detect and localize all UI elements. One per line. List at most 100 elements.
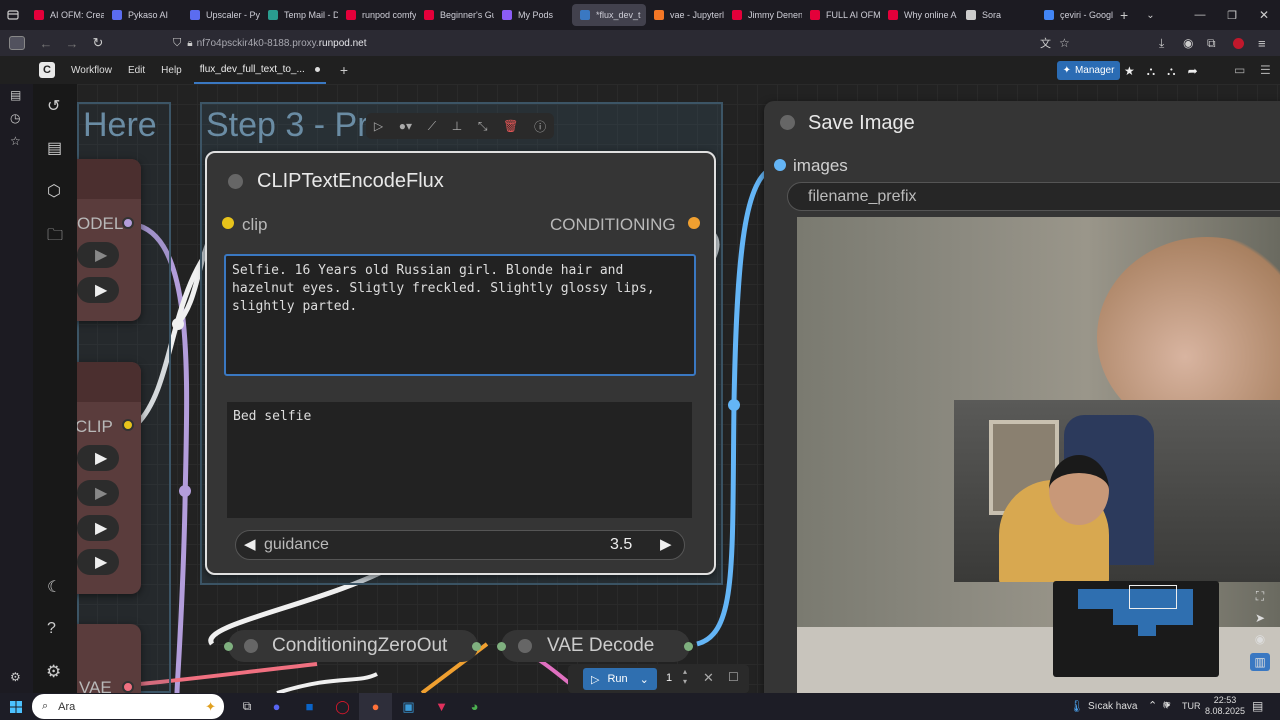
weather-text[interactable]: Sıcak hava [1088,701,1137,712]
taskbar-search[interactable]: ⌕ Ara ✦ [32,694,224,719]
browser-tab[interactable]: My Pods [494,0,572,30]
history-icon[interactable]: ◷ [10,111,20,125]
browser-tab[interactable]: çeviri - Googl [1036,0,1114,30]
fit-view-icon[interactable]: ⛶ [1256,589,1264,604]
minimize-icon[interactable]: — [1184,9,1216,21]
model-library-sidebar-icon[interactable]: ⬡ [47,181,61,201]
toggle-links-icon[interactable]: ◉ [1255,632,1265,646]
node-library-sidebar-icon[interactable]: ▤ [47,138,62,158]
browser-tab[interactable]: Temp Mail - D [260,0,338,30]
volume-icon[interactable]: 🕪︎ [1163,699,1170,712]
cond-zero-output-dot[interactable] [472,642,481,651]
vpn-icon[interactable]: ▼ [425,699,458,714]
t5xxl-textarea[interactable]: Bed selfie [227,402,692,518]
run-button[interactable]: ▷ Run ⌄ [583,668,657,690]
widget-arrow-2[interactable]: ▶ [77,277,119,303]
new-tab-button[interactable]: + [1120,7,1128,23]
vae-decode-input-dot[interactable] [497,642,506,651]
browser-tab[interactable]: Beginner's Gu [416,0,494,30]
downloads-icon[interactable]: ⤓ [1159,36,1164,51]
node-collapse-dot[interactable] [228,174,243,189]
pin-icon[interactable]: ⊥ [452,119,462,133]
synced-tabs-icon[interactable]: ▤ [10,88,21,102]
node-library-icon[interactable]: ⛬ [1147,64,1155,79]
browser-tab[interactable]: Sora [958,0,1036,30]
minimap-toggle-icon[interactable]: ▥ [1250,653,1270,671]
manager-button[interactable]: ✦ Manager [1057,61,1120,80]
tab-overview-icon[interactable] [0,0,26,30]
vae-output-dot[interactable] [122,681,134,693]
stop-icon[interactable]: ☐ [728,670,739,684]
browser-tab[interactable]: FULL AI OFM [802,0,880,30]
save-collapse-dot[interactable] [780,115,795,130]
share-icon[interactable]: ➦ [1188,64,1198,78]
workflow-tab[interactable]: flux_dev_full_text_to_... [193,56,326,84]
add-workflow-button[interactable]: + [340,62,348,78]
guidance-widget[interactable]: ◀ guidance 3.5 ▶ [235,530,685,560]
close-window-icon[interactable]: ✕ [1248,8,1280,22]
widget-arrow-1[interactable]: ▶ [77,242,119,268]
batch-stepper-icon[interactable]: ▴ ▾ [683,667,687,687]
ublock-icon[interactable] [1233,38,1244,49]
vae-decode-output-dot[interactable] [684,642,693,651]
toggle-bottom-panel-icon[interactable]: ▭ [1234,63,1245,77]
favorite-star-icon[interactable]: ★ [1124,64,1135,78]
browser-tab[interactable]: runpod comfy [338,0,416,30]
translate-icon[interactable]: 文 [1040,35,1051,51]
widget-arrow-4[interactable]: ▶ [77,480,119,506]
browser-tab[interactable]: Why online A [880,0,958,30]
customize-sidebar-icon[interactable]: ⚙ [10,670,21,684]
browser-tab[interactable]: AI OFM: Crea [26,0,104,30]
minimap-viewport[interactable] [1129,585,1177,609]
menu-edit[interactable]: Edit [120,65,153,76]
forward-icon[interactable]: → [59,36,85,51]
menu-icon[interactable]: ≡ [1258,36,1266,51]
reload-icon[interactable]: ↻ [85,35,111,51]
queue-history-icon[interactable]: ↺ [47,96,60,116]
cond-zero-input-dot[interactable] [224,642,233,651]
minimap[interactable] [1053,581,1219,677]
info-icon[interactable]: ⓘ [534,118,546,135]
extensions-icon[interactable]: ⧉ [1207,36,1216,51]
conditioning-output-dot[interactable] [688,217,700,229]
clip-input-dot[interactable] [222,217,234,229]
bypass-icon[interactable]: ⟋ [428,119,436,134]
browser-tab[interactable]: Upscaler - Py [182,0,260,30]
fullscreen-menu-icon[interactable]: ☰ [1260,63,1271,77]
settings-icon[interactable]: ⚙ [46,662,61,682]
node-canvas[interactable]: Here ODEL ▶ ▶ CLIP ▶ ▶ ▶ ▶ VAE Step 3 - … [77,84,1280,693]
browser-tab[interactable]: vae - Jupyterl [646,0,724,30]
vae-decode-node[interactable]: VAE Decode [497,630,693,662]
sidebar-toggle-icon[interactable] [0,36,33,50]
widget-arrow-3[interactable]: ▶ [77,445,119,471]
firefox-icon[interactable]: ● [359,693,392,720]
chrome-icon[interactable]: ◕ [458,699,491,714]
images-input-dot[interactable] [774,159,786,171]
increment-icon[interactable]: ▶ [660,535,672,553]
widget-arrow-6[interactable]: ▶ [77,549,119,575]
url-field[interactable]: nf7o4psckir4k0-8188.proxy.runpod.net [197,38,367,49]
browser-tab[interactable]: Jimmy Denen [724,0,802,30]
execute-icon[interactable]: ▷ [374,119,383,133]
delete-icon[interactable]: 🗑︎ [503,119,518,133]
comfy-logo-icon[interactable]: C [39,62,55,78]
filename-prefix-widget[interactable]: filename_prefix [787,182,1280,211]
select-mode-icon[interactable]: ➤ [1255,611,1265,625]
help-icon[interactable]: ? [47,620,56,638]
back-icon[interactable]: ← [33,36,59,51]
language-indicator[interactable]: TUR [1182,701,1201,711]
color-picker-icon[interactable]: ●▾ [399,119,412,133]
model-output-dot[interactable] [122,217,134,229]
cancel-run-icon[interactable]: ✕ [703,670,714,686]
theme-toggle-icon[interactable]: ☾ [47,577,61,597]
widget-arrow-5[interactable]: ▶ [77,515,119,541]
decrement-icon[interactable]: ◀ [244,535,256,553]
notification-icon[interactable]: ▤ [1252,699,1263,713]
bookmark-star-icon[interactable]: ☆ [1059,36,1070,50]
site-info-icon[interactable]: ⛉ [173,37,181,50]
clock[interactable]: 22:53 8.08.2025 [1205,695,1245,717]
browser-tab[interactable]: Pykaso AI [104,0,182,30]
tray-chevron-icon[interactable]: ⌃ [1148,699,1157,712]
cond-zero-node[interactable]: ConditioningZeroOut [224,630,481,662]
browser-tab[interactable]: *flux_dev_t✕ [572,4,646,26]
